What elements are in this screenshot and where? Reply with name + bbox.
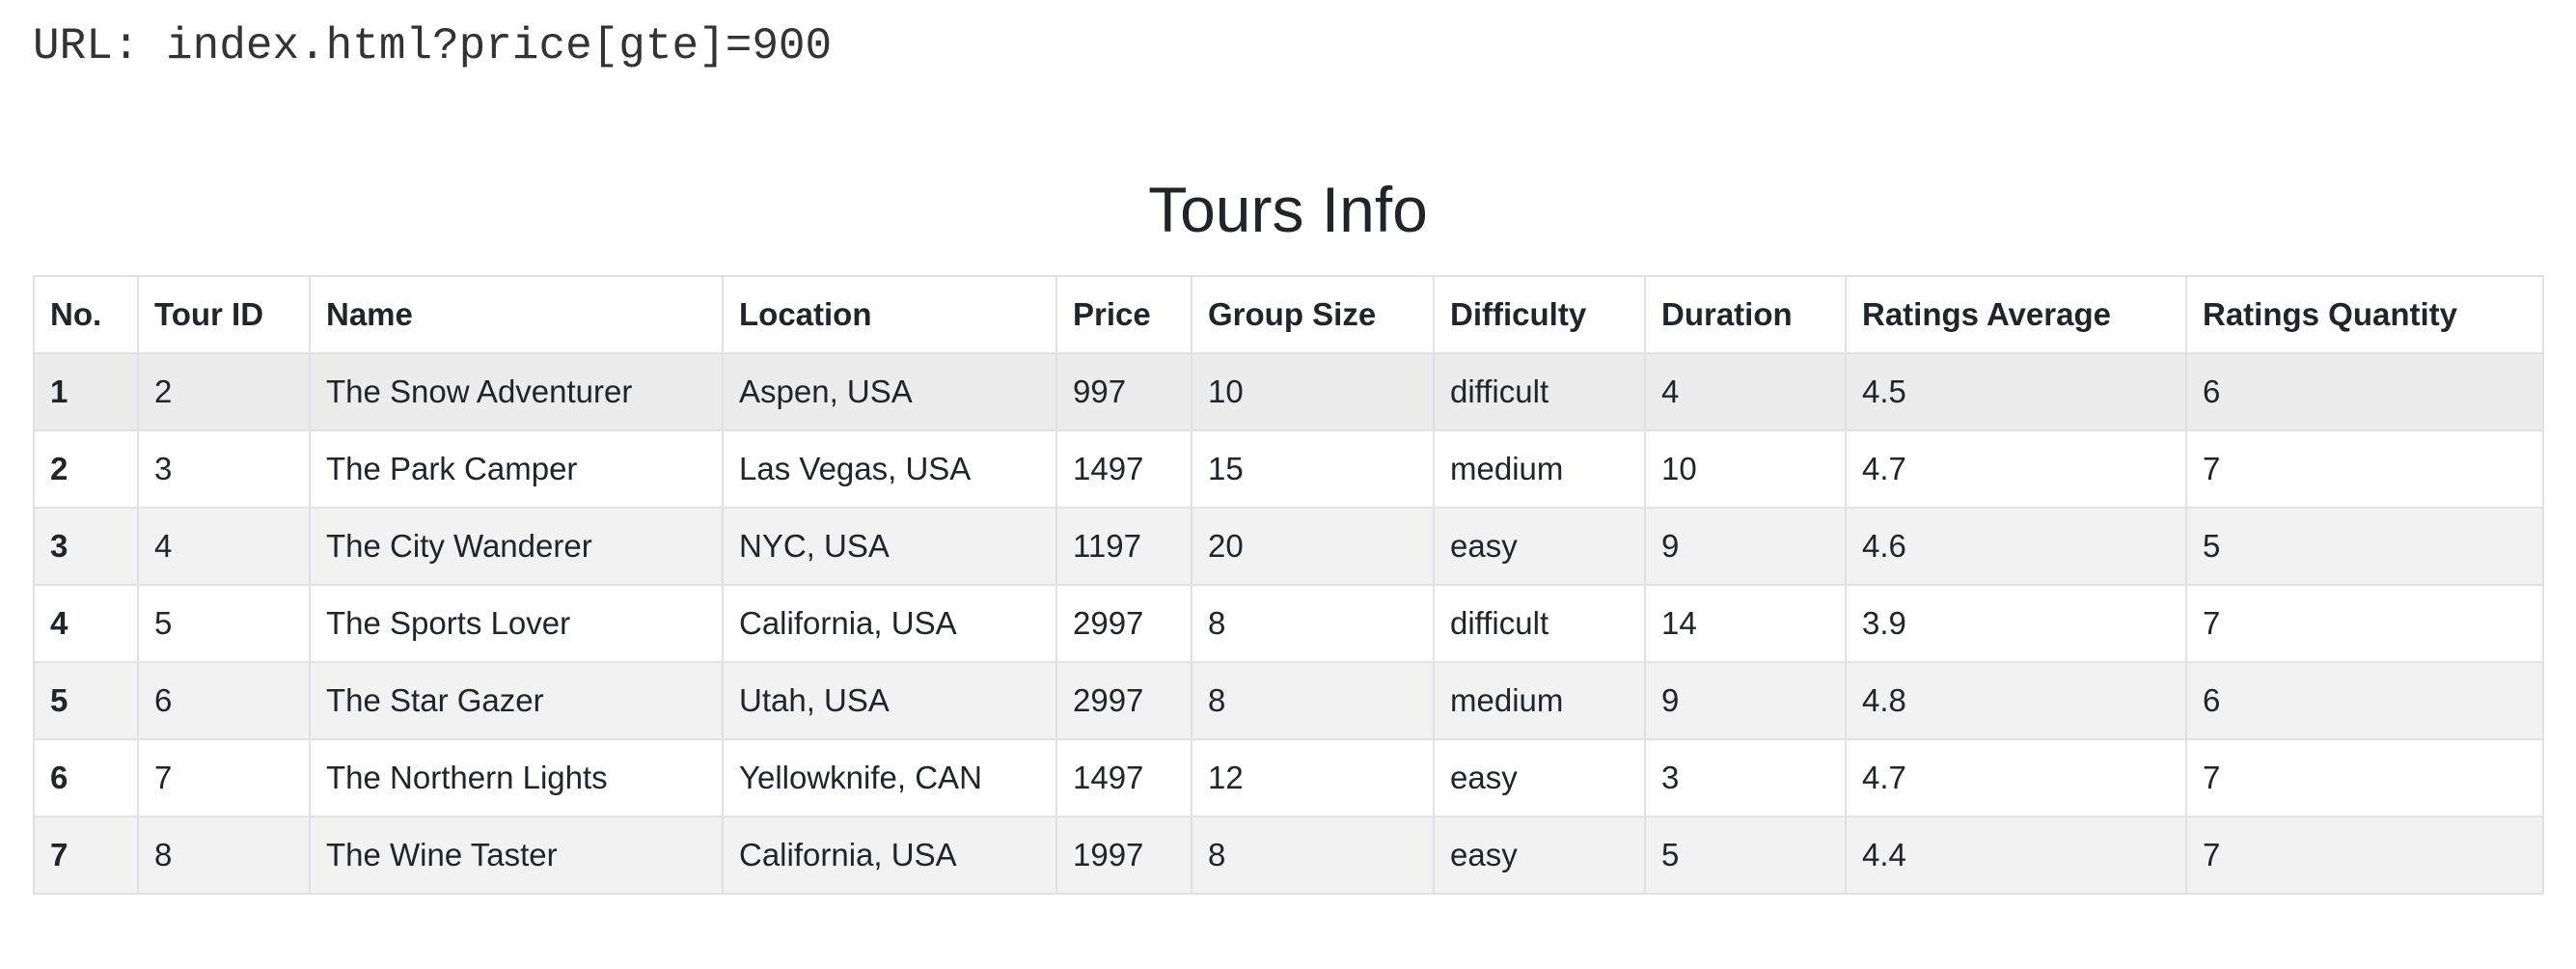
cell-name: The Wine Taster (309, 816, 724, 895)
cell-tour-id: 8 (137, 816, 311, 895)
header-no: No. (33, 275, 139, 354)
cell-ratings-quantity: 6 (2185, 661, 2544, 740)
cell-no: 4 (33, 584, 139, 663)
cell-duration: 9 (1644, 507, 1847, 586)
cell-ratings-quantity: 7 (2185, 584, 2544, 663)
cell-duration: 10 (1644, 429, 1847, 509)
header-difficulty: Difficulty (1433, 275, 1646, 354)
cell-difficulty: easy (1433, 507, 1646, 586)
cell-location: NYC, USA (722, 507, 1057, 586)
cell-group-size: 12 (1191, 738, 1435, 817)
header-duration: Duration (1644, 275, 1847, 354)
cell-group-size: 8 (1191, 816, 1435, 895)
cell-price: 1497 (1055, 429, 1192, 509)
cell-tour-id: 7 (137, 738, 311, 817)
cell-price: 1497 (1055, 738, 1192, 817)
cell-ratings-quantity: 7 (2185, 429, 2544, 509)
cell-name: The Northern Lights (309, 738, 724, 817)
cell-ratings-average: 3.9 (1845, 584, 2187, 663)
cell-tour-id: 3 (137, 429, 311, 509)
cell-price: 2997 (1055, 584, 1192, 663)
cell-name: The Sports Lover (309, 584, 724, 663)
cell-price: 997 (1055, 352, 1192, 431)
cell-price: 2997 (1055, 661, 1192, 740)
cell-location: Yellowknife, CAN (722, 738, 1057, 817)
cell-duration: 14 (1644, 584, 1847, 663)
cell-difficulty: medium (1433, 661, 1646, 740)
cell-no: 5 (33, 661, 139, 740)
cell-ratings-average: 4.7 (1845, 429, 2187, 509)
cell-group-size: 15 (1191, 429, 1435, 509)
header-ratings-average: Ratings Average (1845, 275, 2187, 354)
cell-group-size: 20 (1191, 507, 1435, 586)
cell-ratings-average: 4.6 (1845, 507, 2187, 586)
cell-duration: 4 (1644, 352, 1847, 431)
header-price: Price (1055, 275, 1192, 354)
table-row: 6 7 The Northern Lights Yellowknife, CAN… (33, 738, 2544, 817)
table-row: 1 2 The Snow Adventurer Aspen, USA 997 1… (33, 352, 2544, 431)
cell-no: 7 (33, 816, 139, 895)
cell-price: 1197 (1055, 507, 1192, 586)
cell-difficulty: easy (1433, 738, 1646, 817)
cell-ratings-average: 4.7 (1845, 738, 2187, 817)
cell-duration: 3 (1644, 738, 1847, 817)
page-title: Tours Info (1148, 174, 1428, 245)
cell-ratings-quantity: 7 (2185, 738, 2544, 817)
cell-location: California, USA (722, 584, 1057, 663)
cell-location: California, USA (722, 816, 1057, 895)
table-header: No. Tour ID Name Location Price Group Si… (33, 275, 2544, 354)
header-name: Name (309, 275, 724, 354)
cell-location: Las Vegas, USA (722, 429, 1057, 509)
cell-difficulty: difficult (1433, 352, 1646, 431)
cell-tour-id: 5 (137, 584, 311, 663)
cell-ratings-average: 4.8 (1845, 661, 2187, 740)
table-row: 4 5 The Sports Lover California, USA 299… (33, 584, 2544, 663)
cell-ratings-average: 4.5 (1845, 352, 2187, 431)
cell-ratings-quantity: 5 (2185, 507, 2544, 586)
table-row: 2 3 The Park Camper Las Vegas, USA 1497 … (33, 429, 2544, 509)
cell-group-size: 8 (1191, 661, 1435, 740)
cell-ratings-quantity: 6 (2185, 352, 2544, 431)
cell-duration: 9 (1644, 661, 1847, 740)
cell-name: The City Wanderer (309, 507, 724, 586)
cell-difficulty: difficult (1433, 584, 1646, 663)
cell-duration: 5 (1644, 816, 1847, 895)
url-text: URL: index.html?price[gte]=900 (33, 21, 833, 71)
cell-price: 1997 (1055, 816, 1192, 895)
table-row: 7 8 The Wine Taster California, USA 1997… (33, 816, 2544, 895)
cell-location: Utah, USA (722, 661, 1057, 740)
header-ratings-quantity: Ratings Quantity (2185, 275, 2544, 354)
cell-no: 3 (33, 507, 139, 586)
cell-ratings-quantity: 7 (2185, 816, 2544, 895)
header-tour-id: Tour ID (137, 275, 311, 354)
cell-group-size: 8 (1191, 584, 1435, 663)
tours-table: No. Tour ID Name Location Price Group Si… (33, 275, 2544, 895)
cell-no: 2 (33, 429, 139, 509)
header-group-size: Group Size (1191, 275, 1435, 354)
header-location: Location (722, 275, 1057, 354)
header-row: No. Tour ID Name Location Price Group Si… (33, 275, 2544, 354)
cell-difficulty: medium (1433, 429, 1646, 509)
table-row: 3 4 The City Wanderer NYC, USA 1197 20 e… (33, 507, 2544, 586)
cell-name: The Snow Adventurer (309, 352, 724, 431)
cell-no: 1 (33, 352, 139, 431)
table-body: 1 2 The Snow Adventurer Aspen, USA 997 1… (33, 352, 2544, 895)
cell-location: Aspen, USA (722, 352, 1057, 431)
table-row: 5 6 The Star Gazer Utah, USA 2997 8 medi… (33, 661, 2544, 740)
cell-ratings-average: 4.4 (1845, 816, 2187, 895)
cell-name: The Park Camper (309, 429, 724, 509)
cell-tour-id: 4 (137, 507, 311, 586)
cell-tour-id: 2 (137, 352, 311, 431)
cell-tour-id: 6 (137, 661, 311, 740)
cell-group-size: 10 (1191, 352, 1435, 431)
cell-name: The Star Gazer (309, 661, 724, 740)
cell-no: 6 (33, 738, 139, 817)
cell-difficulty: easy (1433, 816, 1646, 895)
